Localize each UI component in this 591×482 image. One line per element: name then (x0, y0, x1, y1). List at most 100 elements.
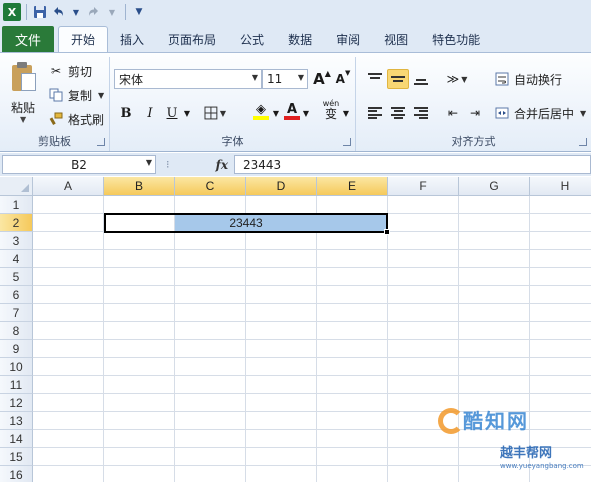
tab-view[interactable]: 视图 (372, 26, 420, 52)
increase-indent-icon: ⇥ (469, 106, 481, 120)
ribbon-home: 粘贴 ▼ ✂ 剪切 复制 ▼ 格式刷 剪贴板 宋体 ▼ 11 ▼ A ▲ A ▼… (0, 52, 591, 152)
tab-home[interactable]: 开始 (58, 26, 109, 52)
copy-dropdown-icon[interactable]: ▼ (98, 91, 104, 100)
customize-toolbar-icon[interactable]: ▼ (131, 2, 147, 22)
insert-function-button[interactable]: fx (216, 158, 228, 172)
formula-input[interactable]: 23443 (234, 155, 591, 174)
wrap-text-icon (494, 71, 510, 87)
row-header-5[interactable]: 5 (0, 268, 33, 286)
bold-button[interactable]: B (116, 103, 136, 123)
excel-logo-icon[interactable]: X (3, 3, 21, 21)
row-header-13[interactable]: 13 (0, 412, 33, 430)
tab-page-layout[interactable]: 页面布局 (156, 26, 228, 52)
redo-dropdown-icon[interactable]: ▼ (104, 2, 120, 22)
row-header-1[interactable]: 1 (0, 196, 33, 214)
shrink-font-button[interactable]: A ▼ (334, 69, 352, 89)
align-right-icon (414, 107, 428, 119)
formula-bar-grip-icon[interactable]: ⁝ (166, 158, 170, 171)
row-header-6[interactable]: 6 (0, 286, 33, 304)
column-header-h[interactable]: H (530, 177, 591, 196)
fill-handle[interactable] (384, 229, 390, 235)
align-bottom-button[interactable] (410, 69, 432, 89)
tab-formulas[interactable]: 公式 (228, 26, 276, 52)
decrease-indent-button[interactable]: ⇤ (442, 103, 464, 123)
select-all-button[interactable] (0, 177, 33, 196)
watermark-logo-icon (438, 408, 464, 434)
tab-special-features[interactable]: 特色功能 (420, 26, 492, 52)
align-left-icon (368, 107, 382, 119)
column-header-e[interactable]: E (317, 177, 388, 196)
column-header-d[interactable]: D (246, 177, 317, 196)
font-color-button[interactable]: A (282, 101, 302, 121)
row-header-15[interactable]: 15 (0, 448, 33, 466)
redo-icon[interactable] (86, 2, 102, 22)
column-header-b[interactable]: B (104, 177, 175, 196)
row-header-7[interactable]: 7 (0, 304, 33, 322)
font-color-icon: A (286, 101, 298, 117)
wrap-text-button[interactable]: 自动换行 (494, 69, 562, 89)
italic-button[interactable]: I (140, 103, 160, 123)
row-header-10[interactable]: 10 (0, 358, 33, 376)
save-icon[interactable] (32, 2, 48, 22)
undo-icon[interactable] (50, 2, 66, 22)
font-size-value: 11 (267, 72, 283, 86)
merge-dropdown-icon[interactable]: ▼ (580, 109, 586, 118)
chevron-down-icon: ▼ (297, 73, 304, 82)
row-header-16[interactable]: 16 (0, 466, 33, 482)
format-painter-button[interactable]: 格式刷 (48, 109, 104, 129)
column-header-c[interactable]: C (175, 177, 246, 196)
increase-indent-button[interactable]: ⇥ (464, 103, 486, 123)
orientation-icon: ≫ (446, 72, 460, 86)
copy-button[interactable]: 复制 ▼ (48, 85, 104, 105)
row-header-14[interactable]: 14 (0, 430, 33, 448)
toolbar-separator (26, 4, 27, 20)
column-header-f[interactable]: F (388, 177, 459, 196)
row-header-2[interactable]: 2 (0, 214, 33, 232)
formula-tools: ⁝ fx (162, 155, 232, 174)
align-center-button[interactable] (387, 103, 409, 123)
column-header-g[interactable]: G (459, 177, 530, 196)
alignment-dialog-launcher-icon[interactable] (579, 138, 587, 146)
font-name-select[interactable]: 宋体 ▼ (114, 69, 262, 89)
tab-insert[interactable]: 插入 (108, 26, 156, 52)
name-box[interactable]: B2 ▼ (2, 155, 156, 174)
cut-button[interactable]: ✂ 剪切 (48, 61, 92, 81)
tab-data[interactable]: 数据 (276, 26, 324, 52)
font-color-dropdown-icon[interactable]: ▼ (302, 103, 310, 123)
row-header-9[interactable]: 9 (0, 340, 33, 358)
row-header-12[interactable]: 12 (0, 394, 33, 412)
font-size-select[interactable]: 11 ▼ (262, 69, 308, 89)
phonetic-guide-button[interactable]: wén 变 (320, 99, 342, 121)
paste-dropdown-icon: ▼ (20, 115, 27, 124)
cut-label: 剪切 (68, 64, 93, 79)
align-top-button[interactable] (364, 69, 386, 89)
align-right-button[interactable] (410, 103, 432, 123)
underline-dropdown-icon[interactable]: ▼ (182, 103, 192, 123)
row-header-3[interactable]: 3 (0, 232, 33, 250)
align-middle-button[interactable] (387, 69, 409, 89)
tab-review[interactable]: 审阅 (324, 26, 372, 52)
grow-font-button[interactable]: A ▲ (313, 69, 331, 89)
undo-dropdown-icon[interactable]: ▼ (68, 2, 84, 22)
row-header-4[interactable]: 4 (0, 250, 33, 268)
clipboard-dialog-launcher-icon[interactable] (97, 138, 105, 146)
paint-bucket-icon: ◈ (256, 101, 266, 117)
align-middle-icon (391, 73, 405, 85)
active-cell-b2[interactable]: 23443 (104, 213, 388, 233)
orientation-button[interactable]: ≫ ▼ (442, 69, 472, 89)
tab-file[interactable]: 文件 (2, 26, 54, 52)
fill-color-button[interactable]: ◈ (248, 101, 274, 121)
column-header-a[interactable]: A (33, 177, 104, 196)
borders-button[interactable]: ▼ (204, 103, 226, 123)
phonetic-char: 变 (324, 107, 337, 121)
row-header-8[interactable]: 8 (0, 322, 33, 340)
font-dialog-launcher-icon[interactable] (343, 138, 351, 146)
fill-color-dropdown-icon[interactable]: ▼ (272, 103, 280, 123)
row-header-11[interactable]: 11 (0, 376, 33, 394)
paste-button[interactable]: 粘贴 ▼ (0, 57, 44, 129)
align-left-button[interactable] (364, 103, 386, 123)
font-name-value: 宋体 (119, 72, 144, 87)
underline-button[interactable]: U (162, 103, 182, 123)
phonetic-dropdown-icon[interactable]: ▼ (342, 103, 350, 123)
merge-center-button[interactable]: 合并后居中 ▼ (494, 103, 586, 123)
